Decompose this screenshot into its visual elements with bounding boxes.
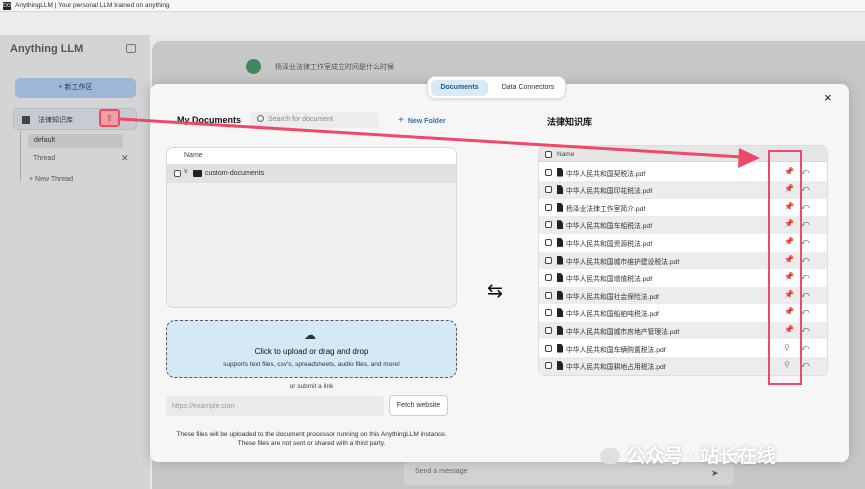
watermark-text: 公众号 · 站长在线	[626, 446, 776, 467]
wechat-icon	[600, 448, 620, 464]
annotation-arrow	[119, 117, 760, 168]
watermark: 公众号 · 站长在线	[600, 441, 776, 468]
